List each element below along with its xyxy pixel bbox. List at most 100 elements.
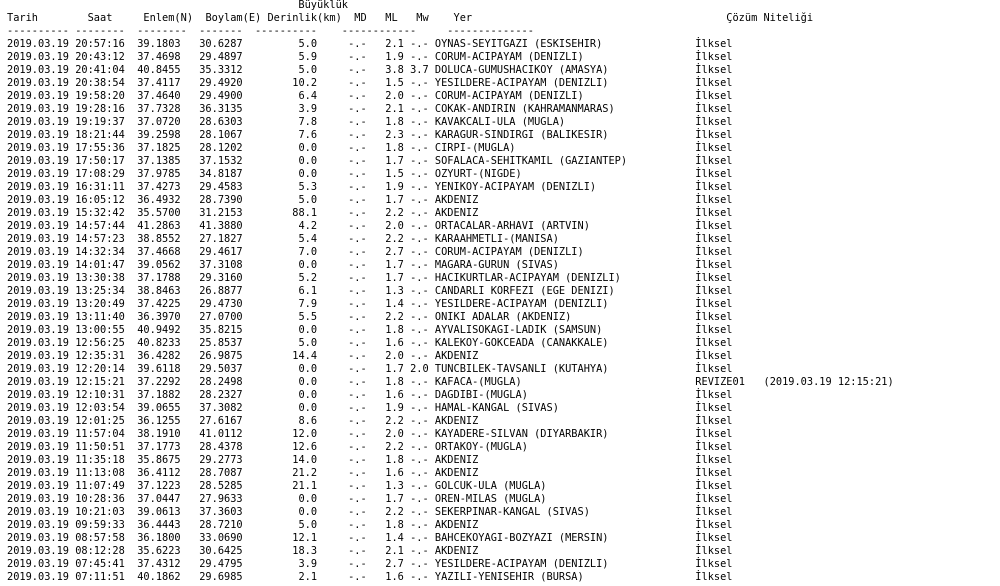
cell-ml: 2.2 (385, 233, 404, 245)
cell-depth: 14.0 (292, 454, 318, 466)
cell-location: AKDENIZ (434, 415, 479, 427)
table-row: 2019.03.19 13:30:38 37.1788 29.3160 5.2 … (7, 272, 894, 285)
cell-md: -.- (348, 441, 367, 453)
cell-longitude: 28.7210 (199, 519, 243, 531)
cell-time: 20:43:12 (75, 51, 125, 63)
cell-latitude: 39.0613 (137, 506, 181, 518)
cell-longitude: 31.2153 (199, 207, 243, 219)
table-row: 2019.03.19 11:35:18 35.8675 29.2773 14.0… (7, 454, 894, 467)
cell-ml: 2.2 (385, 441, 404, 453)
table-row: 2019.03.19 12:01:25 36.1255 27.6167 8.6 … (7, 415, 894, 428)
cell-time: 16:05:12 (75, 194, 125, 206)
cell-ml: 2.7 (385, 558, 404, 570)
table-row: 2019.03.19 08:57:58 36.1800 33.0690 12.1… (7, 532, 894, 545)
cell-mw: -.- (410, 181, 429, 193)
cell-longitude: 28.2498 (199, 376, 243, 388)
cell-depth: 7.6 (298, 129, 318, 141)
cell-location: CANDARLI KORFEZI (EGE DENIZI) (434, 285, 615, 297)
cell-latitude: 37.4668 (137, 246, 181, 258)
cell-md: -.- (348, 285, 367, 297)
column-header-row: Tarih Saat Enlem(N) Boylam(E) Derinlik(k… (7, 12, 894, 25)
header-underline: ---------- -------- -------- ------- ---… (7, 25, 534, 37)
cell-ml: 2.0 (385, 90, 404, 102)
cell-solution-quality: İlksel (695, 129, 733, 141)
cell-longitude: 27.9633 (199, 493, 243, 505)
cell-md: -.- (348, 493, 367, 505)
cell-location: KALEKOY-GOKCEADA (CANAKKALE) (434, 337, 609, 349)
cell-date: 2019.03.19 (7, 77, 69, 89)
cell-date: 2019.03.19 (7, 246, 69, 258)
cell-depth: 5.9 (298, 51, 318, 63)
cell-time: 20:57:16 (75, 38, 125, 50)
cell-location: MAGARA-GURUN (SIVAS) (434, 259, 559, 271)
cell-ml: 1.8 (385, 324, 404, 336)
cell-longitude: 37.3108 (199, 259, 243, 271)
cell-date: 2019.03.19 (7, 51, 69, 63)
cell-ml: 1.8 (385, 142, 404, 154)
cell-solution-quality: İlksel (695, 298, 733, 310)
cell-time: 19:28:16 (75, 103, 125, 115)
cell-depth: 12.0 (292, 428, 318, 440)
cell-latitude: 36.1800 (137, 532, 181, 544)
cell-time: 12:35:31 (75, 350, 125, 362)
cell-location: KARAAHMETLI-(MANISA) (434, 233, 559, 245)
cell-solution-quality: İlksel (695, 350, 733, 362)
cell-date: 2019.03.19 (7, 181, 69, 193)
cell-md: -.- (348, 389, 367, 401)
cell-date: 2019.03.19 (7, 207, 69, 219)
cell-location: ORTACALAR-ARHAVI (ARTVIN) (434, 220, 590, 232)
cell-mw: -.- (410, 259, 429, 271)
table-row: 2019.03.19 11:13:08 36.4112 28.7087 21.2… (7, 467, 894, 480)
cell-date: 2019.03.19 (7, 142, 69, 154)
cell-time: 10:28:36 (75, 493, 125, 505)
cell-date: 2019.03.19 (7, 571, 69, 583)
cell-latitude: 37.4312 (137, 558, 181, 570)
cell-latitude: 41.2863 (137, 220, 181, 232)
cell-time: 09:59:33 (75, 519, 125, 531)
cell-location: CIRPI-(MUGLA) (434, 142, 516, 154)
cell-time: 20:41:04 (75, 64, 125, 76)
cell-date: 2019.03.19 (7, 519, 69, 531)
cell-date: 2019.03.19 (7, 454, 69, 466)
cell-location: YESILDERE-ACIPAYAM (DENIZLI) (434, 77, 609, 89)
cell-latitude: 38.1910 (137, 428, 181, 440)
table-row: 2019.03.19 16:05:12 36.4932 28.7390 5.0 … (7, 194, 894, 207)
cell-date: 2019.03.19 (7, 129, 69, 141)
cell-solution-quality: İlksel (695, 363, 733, 375)
cell-md: -.- (348, 298, 367, 310)
cell-latitude: 37.9785 (137, 168, 181, 180)
cell-depth: 5.0 (298, 194, 318, 206)
cell-depth: 5.2 (298, 272, 318, 284)
table-row: 2019.03.19 19:19:37 37.0720 28.6303 7.8 … (7, 116, 894, 129)
cell-time: 14:32:34 (75, 246, 125, 258)
cell-latitude: 37.7328 (137, 103, 181, 115)
cell-ml: 1.4 (385, 298, 404, 310)
cell-location: ORTAKOY-(MUGLA) (434, 441, 528, 453)
cell-longitude: 29.5037 (199, 363, 243, 375)
cell-latitude: 39.0655 (137, 402, 181, 414)
cell-md: -.- (348, 519, 367, 531)
table-row: 2019.03.19 17:50:17 37.1385 37.1532 0.0 … (7, 155, 894, 168)
cell-location: HAMAL-KANGAL (SIVAS) (434, 402, 559, 414)
cell-md: -.- (348, 558, 367, 570)
cell-solution-quality: İlksel (695, 545, 733, 557)
cell-md: -.- (348, 467, 367, 479)
cell-latitude: 35.5700 (137, 207, 181, 219)
cell-depth: 5.3 (298, 181, 318, 193)
cell-location: YAZILI-YENISEHIR (BURSA) (434, 571, 584, 583)
cell-longitude: 29.4900 (199, 90, 243, 102)
cell-longitude: 25.8537 (199, 337, 243, 349)
table-row: 2019.03.19 13:25:34 38.8463 26.8877 6.1 … (7, 285, 894, 298)
cell-ml: 1.5 (385, 77, 404, 89)
cell-time: 14:57:44 (75, 220, 125, 232)
cell-solution-quality: İlksel (695, 571, 733, 583)
cell-md: -.- (348, 38, 367, 50)
cell-location: CORUM-ACIPAYAM (DENIZLI) (434, 51, 584, 63)
table-row: 2019.03.19 12:10:31 37.1882 28.2327 0.0 … (7, 389, 894, 402)
cell-ml: 1.7 (385, 363, 404, 375)
cell-longitude: 29.4897 (199, 51, 243, 63)
cell-ml: 1.9 (385, 51, 404, 63)
cell-mw: -.- (410, 350, 429, 362)
cell-mw: -.- (410, 389, 429, 401)
cell-latitude: 37.0720 (137, 116, 181, 128)
